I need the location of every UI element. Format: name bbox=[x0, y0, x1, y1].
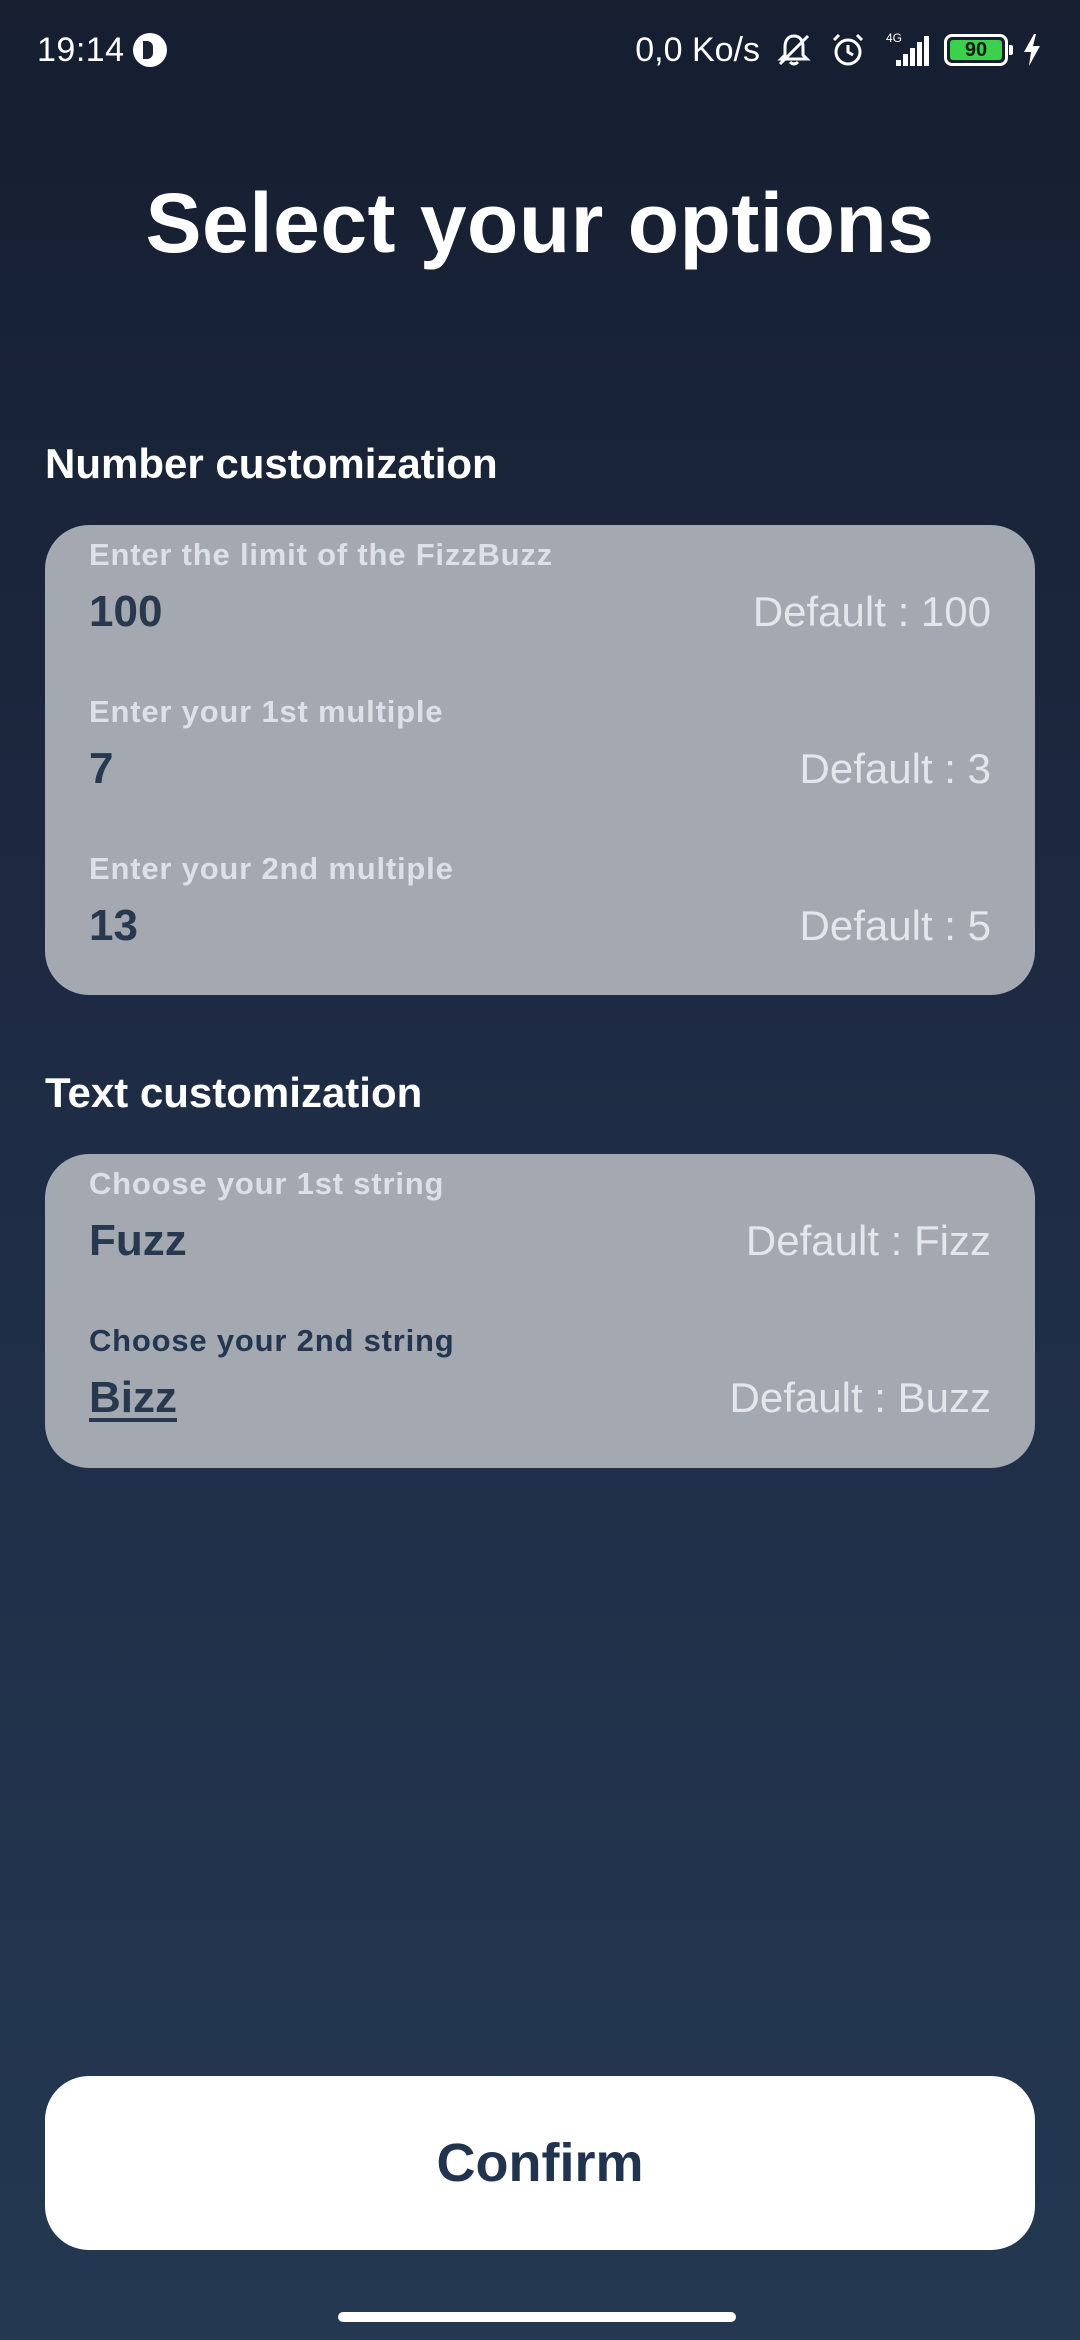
second-multiple-row[interactable]: 13 Default : 5 bbox=[89, 901, 991, 951]
first-multiple-row[interactable]: 7 Default : 3 bbox=[89, 744, 991, 794]
second-string-field[interactable]: Choose your 2nd string Bizz Default : Bu… bbox=[89, 1323, 991, 1423]
status-bar: 19:14 0,0 Ko/s 4G 90 bbox=[0, 0, 1080, 100]
confirm-button[interactable]: Confirm bbox=[45, 2076, 1035, 2250]
first-multiple-input[interactable]: 7 bbox=[89, 744, 113, 794]
home-indicator[interactable] bbox=[338, 2312, 736, 2322]
limit-input[interactable]: 100 bbox=[89, 587, 162, 637]
second-string-row[interactable]: Bizz Default : Buzz bbox=[89, 1373, 991, 1423]
second-multiple-input[interactable]: 13 bbox=[89, 901, 138, 951]
limit-field-label: Enter the limit of the FizzBuzz bbox=[89, 537, 553, 572]
first-string-input[interactable]: Fuzz bbox=[89, 1216, 187, 1266]
number-section-heading: Number customization bbox=[45, 440, 498, 487]
status-right: 0,0 Ko/s 4G 90 bbox=[635, 30, 1044, 70]
first-string-label: Choose your 1st string bbox=[89, 1166, 445, 1201]
signal-icon: 4G bbox=[886, 31, 929, 66]
status-left: 19:14 bbox=[37, 31, 167, 70]
alarm-icon bbox=[832, 33, 864, 66]
mute-bell-icon bbox=[777, 34, 811, 66]
second-string-default-hint: Default : Buzz bbox=[729, 1374, 991, 1421]
network-type: 4G bbox=[886, 31, 902, 45]
charging-bolt-icon bbox=[1024, 34, 1040, 66]
limit-field-row[interactable]: 100 Default : 100 bbox=[89, 587, 991, 637]
status-time: 19:14 bbox=[37, 30, 125, 69]
second-multiple-field[interactable]: Enter your 2nd multiple 13 Default : 5 bbox=[89, 851, 991, 951]
page-title: Select your options bbox=[145, 176, 935, 270]
text-customization-card: Choose your 1st string Fuzz Default : Fi… bbox=[45, 1154, 1035, 1468]
text-section-heading: Text customization bbox=[45, 1069, 423, 1116]
second-string-label: Choose your 2nd string bbox=[89, 1323, 455, 1358]
first-string-row[interactable]: Fuzz Default : Fizz bbox=[89, 1216, 991, 1266]
first-multiple-field[interactable]: Enter your 1st multiple 7 Default : 3 bbox=[89, 694, 991, 794]
number-customization-card: Enter the limit of the FizzBuzz 100 Defa… bbox=[45, 525, 1035, 995]
battery-icon: 90 bbox=[944, 34, 1013, 66]
limit-default-hint: Default : 100 bbox=[752, 588, 991, 635]
first-string-default-hint: Default : Fizz bbox=[745, 1217, 991, 1264]
first-string-field[interactable]: Choose your 1st string Fuzz Default : Fi… bbox=[89, 1166, 991, 1266]
second-string-input[interactable]: Bizz bbox=[89, 1373, 177, 1423]
second-multiple-default-hint: Default : 5 bbox=[799, 902, 991, 949]
battery-level: 90 bbox=[950, 39, 1002, 61]
second-multiple-label: Enter your 2nd multiple bbox=[89, 851, 454, 886]
limit-field[interactable]: Enter the limit of the FizzBuzz 100 Defa… bbox=[89, 537, 991, 637]
first-multiple-label: Enter your 1st multiple bbox=[89, 694, 444, 729]
net-speed: 0,0 Ko/s bbox=[635, 30, 760, 69]
first-multiple-default-hint: Default : 3 bbox=[799, 745, 991, 792]
p-circle-icon bbox=[132, 33, 167, 67]
